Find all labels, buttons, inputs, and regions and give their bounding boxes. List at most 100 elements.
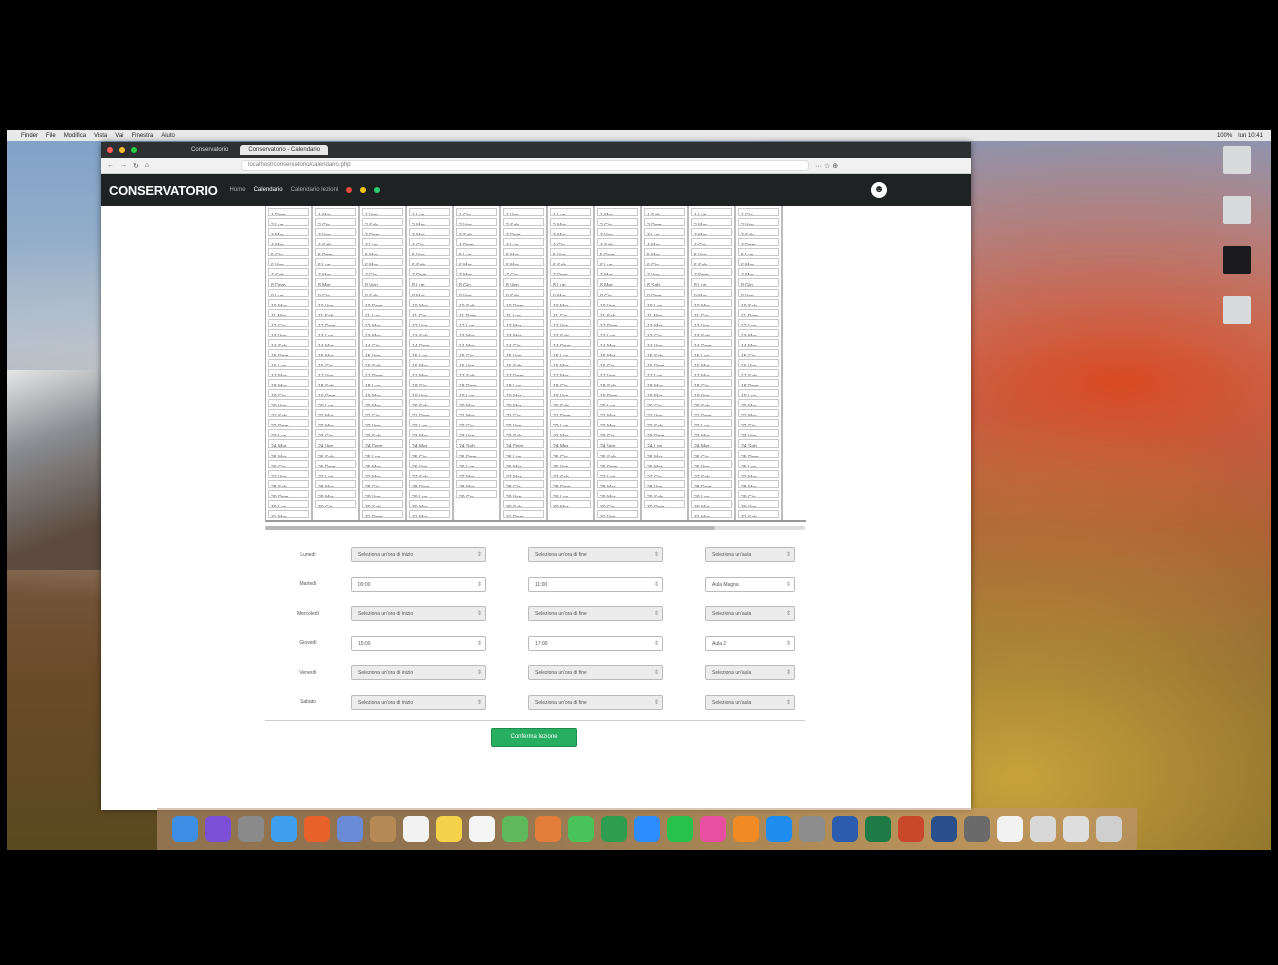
calendar-day-cell[interactable]: 18 Gio <box>691 379 732 388</box>
browser-tab[interactable]: Conservatorio <box>183 145 236 155</box>
calendar-day-cell[interactable]: 19 Ven <box>550 389 591 398</box>
calendar-day-cell[interactable]: 8 Lun <box>691 278 732 287</box>
calendar-day-cell[interactable]: 24 Sab <box>738 439 779 448</box>
calendar-day-cell[interactable]: 19 Mar <box>362 389 403 398</box>
calendar-day-cell[interactable]: 27 Gio <box>644 469 685 478</box>
calendar-day-cell[interactable]: 1 Lun <box>550 208 591 217</box>
calendar-day-cell[interactable]: 8 Lun <box>409 278 450 287</box>
hard-drive-icon[interactable] <box>1223 146 1251 174</box>
calendar-day-cell[interactable]: 18 Gio <box>550 379 591 388</box>
calendar-day-cell[interactable]: 24 Mar <box>268 439 309 448</box>
calendar-day-cell[interactable]: 3 Mer <box>691 228 732 237</box>
calendar-day-cell[interactable]: 17 Dom <box>503 369 544 378</box>
calendar-day-cell[interactable]: 30 Mar <box>409 499 450 508</box>
calendar-day-cell[interactable]: 1 Lun <box>409 208 450 217</box>
end-time-select[interactable]: Seleziona un'ora di fine <box>528 694 663 711</box>
preview-icon[interactable] <box>1063 816 1089 842</box>
calendar-day-cell[interactable]: 26 Dom <box>315 459 356 468</box>
calendar-day-cell[interactable]: 22 Mer <box>315 419 356 428</box>
calendar-day-cell[interactable]: 16 Sab <box>503 358 544 367</box>
calendar-day-cell[interactable]: 5 Dom <box>597 248 638 257</box>
calendar-day-cell[interactable]: 10 Dom <box>362 298 403 307</box>
calendar-day-cell[interactable]: 9 Mar <box>550 288 591 297</box>
calendar-day-cell[interactable]: 28 Dom <box>409 479 450 488</box>
calendar-day-cell[interactable]: 5 Lun <box>456 248 497 257</box>
browser-tab[interactable]: Conservatorio - Calendario <box>240 145 329 155</box>
calendar-day-cell[interactable]: 2 Sab <box>503 218 544 227</box>
menubar-item[interactable]: Modifica <box>64 133 86 139</box>
calendar-day-cell[interactable]: 22 Dom <box>268 419 309 428</box>
menubar-item[interactable]: Aiuto <box>161 133 175 139</box>
calendar-day-cell[interactable]: 3 Mer <box>550 228 591 237</box>
calendar-day-cell[interactable]: 31 Mer <box>691 509 732 518</box>
launchpad-icon[interactable] <box>238 816 264 842</box>
calendar-day-cell[interactable]: 7 Ven <box>644 268 685 277</box>
siri-icon[interactable] <box>205 816 231 842</box>
calendar-day-cell[interactable]: 1 Ven <box>362 208 403 217</box>
calendar-day-cell[interactable]: 11 Mer <box>268 308 309 317</box>
calendar-day-cell[interactable]: 7 Mar <box>315 268 356 277</box>
calendar-day-cell[interactable]: 26 Mar <box>503 459 544 468</box>
calendar-day-cell[interactable]: 28 Dom <box>691 479 732 488</box>
document-thumbnail-icon[interactable] <box>1223 246 1251 274</box>
calendar-day-cell[interactable]: 28 Ven <box>644 479 685 488</box>
calendar-day-cell[interactable]: 17 Mer <box>550 369 591 378</box>
calendar-day-cell[interactable]: 23 Gio <box>597 429 638 438</box>
calendar-day-cell[interactable]: 6 Sab <box>691 258 732 267</box>
calendar-day-cell[interactable]: 8 Mer <box>597 278 638 287</box>
calendar-day-cell[interactable]: 8 Lun <box>550 278 591 287</box>
calendar-day-cell[interactable]: 26 Ven <box>691 459 732 468</box>
calendar-day-cell[interactable]: 19 Dom <box>315 389 356 398</box>
menubar-item[interactable]: Finestra <box>132 133 154 139</box>
calendar-day-cell[interactable]: 6 Mar <box>456 258 497 267</box>
end-time-select[interactable]: Seleziona un'ora di fine <box>528 665 663 681</box>
calendar-day-cell[interactable]: 12 Mar <box>362 318 403 327</box>
calendar-day-cell[interactable]: 29 Ven <box>362 489 403 498</box>
calendar-day-cell[interactable]: 17 Dom <box>362 369 403 378</box>
calendar-day-cell[interactable]: 11 Sab <box>315 308 356 317</box>
site-brand[interactable]: CONSERVATORIO <box>109 183 218 198</box>
calendar-day-cell[interactable]: 28 Gio <box>503 479 544 488</box>
calendar-day-cell[interactable]: 20 Mer <box>362 399 403 408</box>
calendar-day-cell[interactable]: 30 Gio <box>315 499 356 508</box>
calendar-day-cell[interactable]: 5 Mar <box>503 248 544 257</box>
calendar-day-cell[interactable]: 10 Dom <box>503 298 544 307</box>
calendar-day-cell[interactable]: 8 Ven <box>362 278 403 287</box>
calendar-day-cell[interactable]: 15 Gio <box>738 348 779 357</box>
calendar-day-cell[interactable]: 23 Lun <box>268 429 309 438</box>
calendar-day-cell[interactable]: 4 Lun <box>503 238 544 247</box>
calendar-day-cell[interactable]: 22 Gio <box>456 419 497 428</box>
safari-icon[interactable] <box>271 816 297 842</box>
calendar-day-cell[interactable]: 17 Mer <box>691 369 732 378</box>
calendar-day-cell[interactable]: 27 Mer <box>503 469 544 478</box>
calendar-day-cell[interactable]: 11 Sab <box>597 308 638 317</box>
calendar-day-cell[interactable]: 31 Dom <box>503 509 544 518</box>
calendar-day-cell[interactable]: 2 Ven <box>456 218 497 227</box>
calendar-day-cell[interactable]: 8 Mer <box>315 278 356 287</box>
calendar-day-cell[interactable]: 16 Lun <box>268 358 309 367</box>
calendar-day-cell[interactable]: 13 Gio <box>644 328 685 337</box>
calendar-day-cell[interactable]: 1 Sab <box>644 208 685 217</box>
calendar-day-cell[interactable]: 3 Mer <box>409 228 450 237</box>
excel-icon[interactable] <box>865 816 891 842</box>
calendar-day-cell[interactable]: 10 Mer <box>691 298 732 307</box>
calendar-day-cell[interactable]: 30 Lun <box>268 499 309 508</box>
calendar-day-cell[interactable]: 6 Sab <box>409 258 450 267</box>
calendar-day-cell[interactable]: 9 Ven <box>456 288 497 297</box>
calendar-day-cell[interactable]: 11 Lun <box>362 308 403 317</box>
calendar-day-cell[interactable]: 29 Sab <box>644 489 685 498</box>
menubar-item[interactable]: Vai <box>115 133 123 139</box>
calendar-day-cell[interactable]: 26 Lun <box>738 459 779 468</box>
calendar-day-cell[interactable]: 15 Mer <box>597 348 638 357</box>
calendar-day-cell[interactable]: 13 Sab <box>409 328 450 337</box>
calendar-day-cell[interactable]: 4 Dom <box>738 238 779 247</box>
calendar-day-cell[interactable]: 22 Ven <box>362 419 403 428</box>
downloads-icon[interactable] <box>964 816 990 842</box>
contacts-icon[interactable] <box>370 816 396 842</box>
calendar-day-cell[interactable]: 17 Lun <box>644 369 685 378</box>
calendar-day-cell[interactable]: 6 Sab <box>550 258 591 267</box>
calendar-day-cell[interactable]: 30 Ven <box>738 499 779 508</box>
calendar-day-cell[interactable]: 25 Sab <box>597 449 638 458</box>
calendar-day-cell[interactable]: 1 Gio <box>456 208 497 217</box>
calendar-day-cell[interactable]: 30 Dom <box>644 499 685 508</box>
